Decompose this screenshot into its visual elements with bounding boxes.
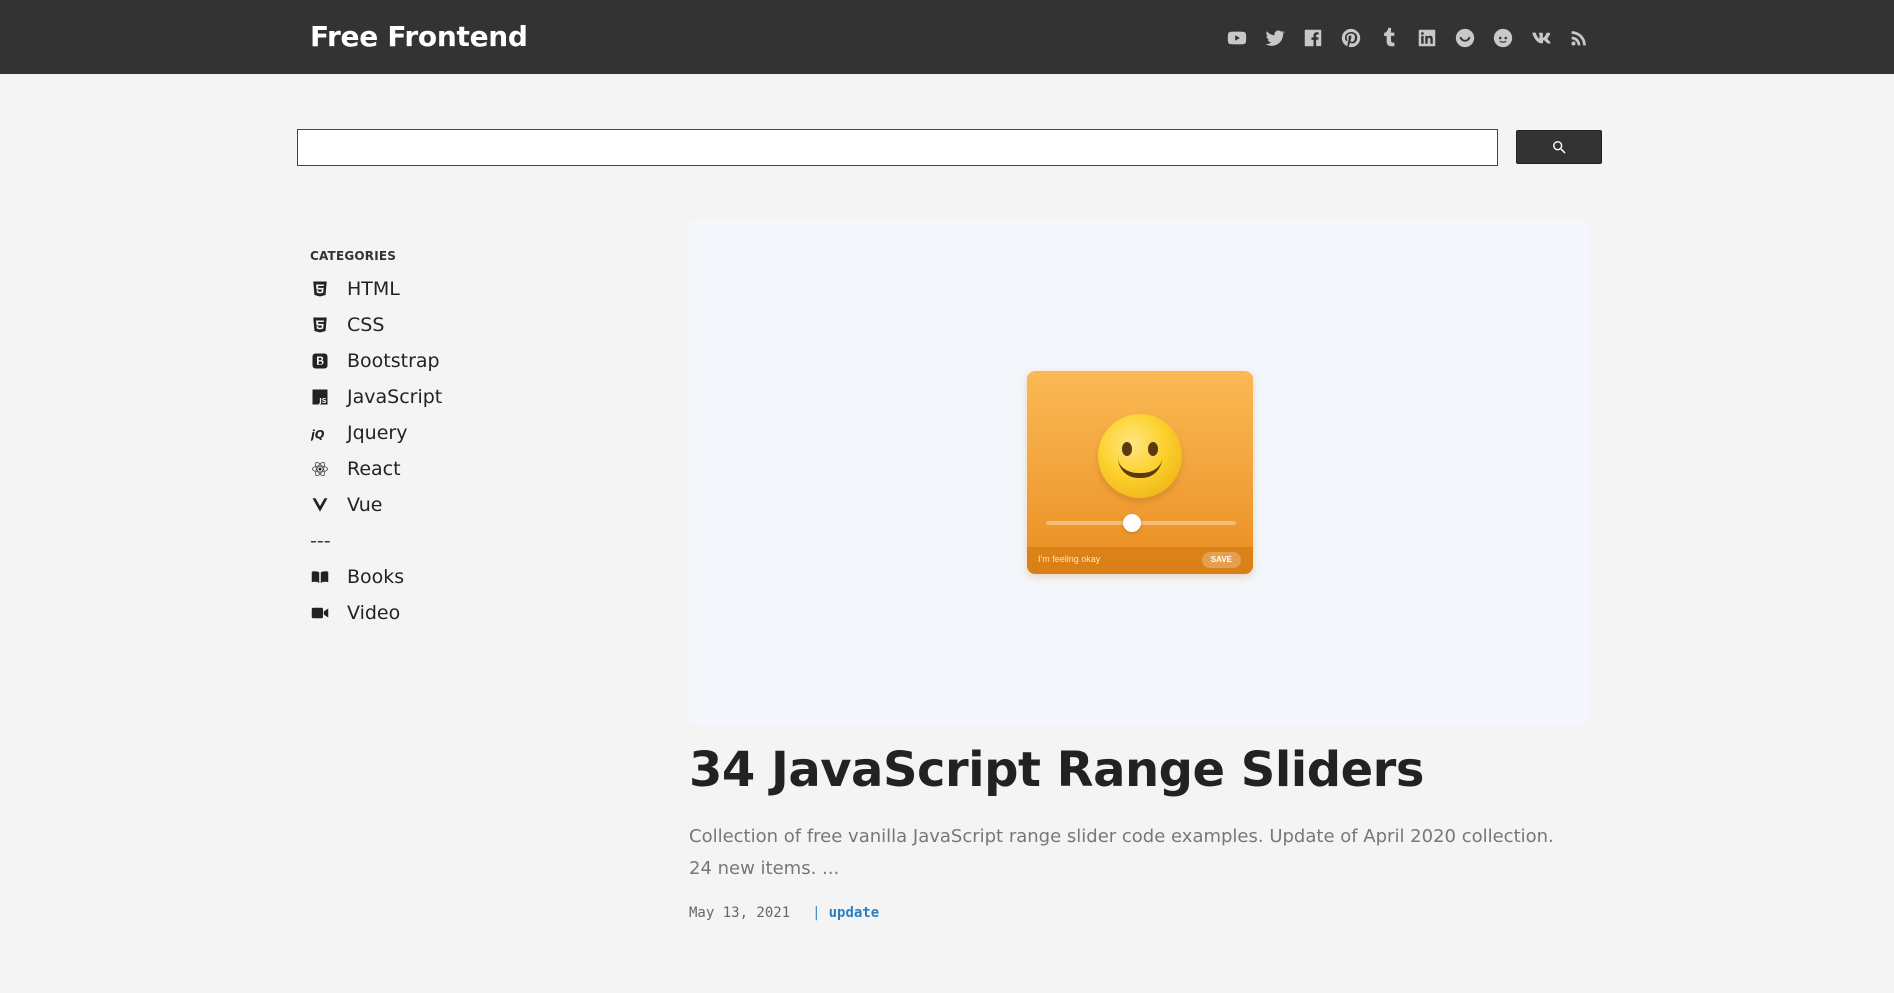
search-button[interactable]	[1516, 130, 1602, 164]
css3-icon	[310, 315, 330, 335]
category-html[interactable]: HTML	[310, 271, 610, 307]
category-react[interactable]: React	[310, 451, 610, 487]
category-label: Video	[347, 602, 401, 624]
search-icon	[1552, 140, 1566, 154]
article-excerpt: Collection of free vanilla JavaScript ra…	[689, 826, 1554, 879]
category-jquery[interactable]: jQ Jquery	[310, 415, 610, 451]
category-css[interactable]: CSS	[310, 307, 610, 343]
slider-preview-card: I'm feeling okay SAVE	[1027, 371, 1253, 574]
category-label: HTML	[347, 278, 400, 300]
react-icon	[310, 459, 330, 479]
category-bootstrap[interactable]: Bootstrap	[310, 343, 610, 379]
svg-text:jQ: jQ	[311, 428, 325, 441]
article-tag-link[interactable]: update	[829, 905, 880, 921]
article-meta: May 13, 2021 | update	[689, 905, 1590, 921]
vk-icon[interactable]	[1529, 26, 1553, 50]
facebook-icon[interactable]	[1301, 26, 1325, 50]
category-separator: ---	[310, 530, 331, 552]
category-list: HTML CSS Bootstrap JS JavaScript jQ Jque…	[310, 271, 610, 523]
mix-icon[interactable]	[1453, 26, 1477, 50]
category-javascript[interactable]: JS JavaScript	[310, 379, 610, 415]
svg-text:JS: JS	[318, 397, 327, 405]
video-icon	[310, 603, 330, 623]
categories-sidebar: CATEGORIES HTML CSS Bootstrap JS JavaScr…	[310, 247, 610, 631]
tumblr-icon[interactable]	[1377, 26, 1401, 50]
smiley-eye-left	[1122, 442, 1132, 456]
youtube-icon[interactable]	[1225, 26, 1249, 50]
smiley-mouth	[1118, 458, 1162, 478]
category-label: Vue	[347, 494, 383, 516]
article-title[interactable]: 34 JavaScript Range Sliders	[689, 739, 1590, 801]
linkedin-icon[interactable]	[1415, 26, 1439, 50]
site-logo[interactable]: Free Frontend	[310, 19, 528, 55]
reddit-icon[interactable]	[1491, 26, 1515, 50]
category-vue[interactable]: Vue	[310, 487, 610, 523]
category-label: Books	[347, 566, 405, 588]
category-video[interactable]: Video	[310, 595, 610, 631]
extra-category-list: Books Video	[310, 559, 610, 631]
categories-heading: CATEGORIES	[310, 249, 397, 263]
jquery-icon: jQ	[310, 423, 330, 443]
preview-save-button: SAVE	[1201, 552, 1241, 568]
category-label: JavaScript	[347, 386, 443, 408]
html5-icon	[310, 279, 330, 299]
search-input[interactable]	[297, 129, 1498, 166]
category-label: React	[347, 458, 401, 480]
javascript-icon: JS	[310, 387, 330, 407]
feeling-text: I'm feeling okay	[1038, 554, 1101, 564]
category-label: Bootstrap	[347, 350, 440, 372]
preview-card-footer: I'm feeling okay SAVE	[1027, 547, 1253, 574]
article-thumbnail[interactable]: I'm feeling okay SAVE	[689, 219, 1590, 725]
book-icon	[310, 567, 330, 587]
smiley-emoji	[1098, 414, 1182, 498]
article-date: May 13, 2021	[689, 905, 791, 921]
vue-icon	[310, 495, 330, 515]
smiley-eye-right	[1148, 442, 1158, 456]
top-navbar: Free Frontend	[0, 0, 1894, 74]
rss-icon[interactable]	[1567, 26, 1591, 50]
category-label: CSS	[347, 314, 385, 336]
bootstrap-icon	[310, 351, 330, 371]
pinterest-icon[interactable]	[1339, 26, 1363, 50]
twitter-icon[interactable]	[1263, 26, 1287, 50]
range-slider-track	[1046, 521, 1236, 525]
social-links	[1225, 26, 1591, 50]
meta-separator: |	[812, 905, 821, 921]
category-label: Jquery	[347, 422, 408, 444]
category-books[interactable]: Books	[310, 559, 610, 595]
range-slider-thumb	[1122, 514, 1141, 532]
article-card: I'm feeling okay SAVE 34 JavaScript Rang…	[689, 219, 1590, 921]
